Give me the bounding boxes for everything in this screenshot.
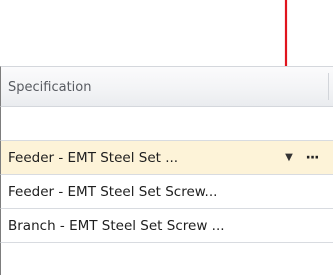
column-divider[interactable]: [328, 73, 329, 100]
specification-grid: Specification Feeder - EMT Steel Set ...…: [0, 66, 333, 275]
empty-row[interactable]: [0, 107, 333, 141]
browse-ellipsis-button[interactable]: ···: [299, 141, 325, 174]
column-header-label: Specification: [8, 80, 92, 95]
specification-cell-value: Feeder - EMT Steel Set ...: [8, 150, 179, 166]
table-row[interactable]: Branch - EMT Steel Set Screw ...: [0, 209, 333, 243]
chevron-down-icon[interactable]: ▼: [281, 141, 297, 174]
specification-cell-value: Branch - EMT Steel Set Screw ...: [8, 218, 225, 234]
table-row[interactable]: Feeder - EMT Steel Set Screw...: [0, 175, 333, 209]
table-row-selected[interactable]: Feeder - EMT Steel Set ... ▼ ···: [0, 141, 333, 175]
table-row-partial[interactable]: [0, 243, 333, 275]
specification-cell-value: Feeder - EMT Steel Set Screw...: [8, 184, 218, 200]
column-header-specification[interactable]: Specification: [0, 66, 333, 107]
